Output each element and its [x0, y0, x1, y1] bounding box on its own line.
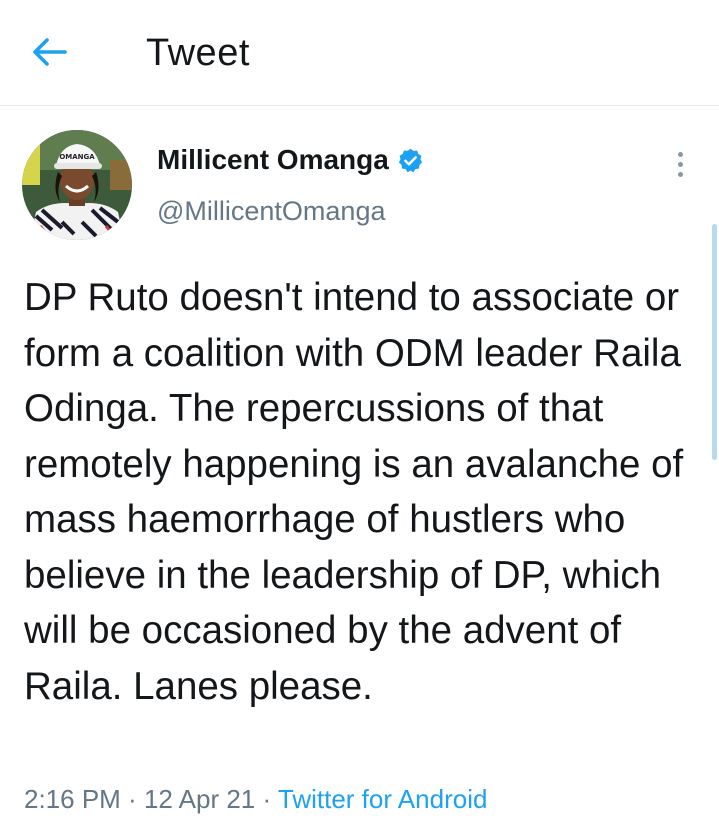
tweet-date: 12 Apr 21: [143, 784, 256, 814]
meta-separator: ·: [120, 784, 144, 814]
tweet-source-link[interactable]: Twitter for Android: [278, 784, 488, 814]
verified-badge-icon: [397, 147, 424, 174]
tweet-meta: 2:16 PM · 12 Apr 21 · Twitter for Androi…: [24, 782, 487, 816]
avatar-cap-text: OMANGA: [59, 153, 95, 161]
more-dot: [677, 161, 683, 167]
tweet-time: 2:16 PM: [24, 784, 121, 814]
author-display-name: Millicent Omanga: [157, 144, 389, 175]
avatar[interactable]: OMANGA: [22, 130, 132, 240]
more-dot: [677, 171, 683, 177]
more-options-button[interactable]: [664, 146, 696, 182]
tweet-text: DP Ruto doesn't intend to associate or f…: [24, 276, 684, 708]
meta-separator: ·: [255, 784, 278, 814]
more-vertical-icon: [677, 151, 683, 157]
page-title: Tweet: [146, 32, 250, 74]
back-button[interactable]: [22, 28, 78, 76]
scrollbar[interactable]: [712, 224, 717, 460]
arrow-left-icon: [33, 38, 67, 66]
top-bar: Tweet: [0, 0, 719, 106]
author-handle[interactable]: @MillicentOmanga: [157, 193, 386, 229]
author-name[interactable]: Millicent Omanga: [157, 142, 424, 178]
